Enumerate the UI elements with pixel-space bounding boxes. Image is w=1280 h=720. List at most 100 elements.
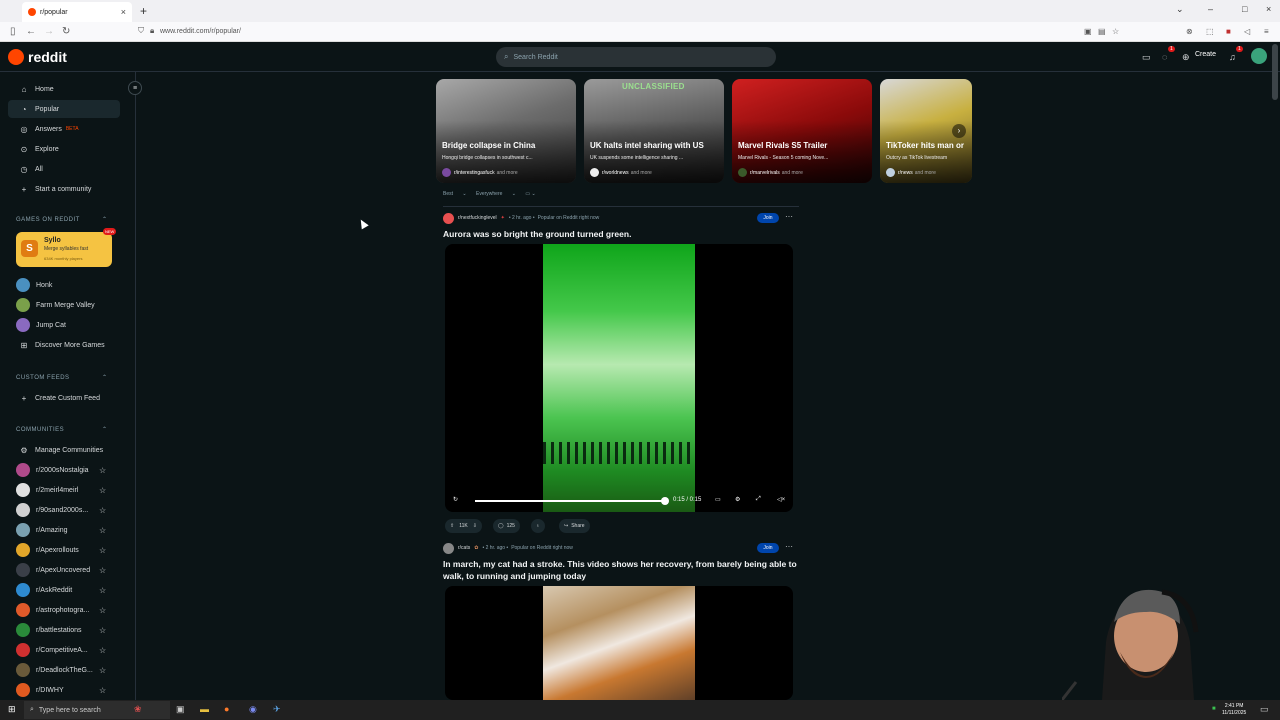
extension-badge-icon[interactable]: ■ [1226, 27, 1231, 36]
bookmark-star-icon[interactable]: ☆ [1112, 27, 1119, 36]
favorite-star-icon[interactable]: ☆ [99, 566, 106, 575]
collapse-sidebar-button[interactable]: ≡ [128, 81, 142, 95]
favorite-star-icon[interactable]: ☆ [99, 646, 106, 655]
reader-view-icon[interactable]: ▤ [1098, 27, 1106, 36]
sidebar-item-answers[interactable]: ◎ Answers BETA [8, 120, 120, 138]
sidebar-item-community[interactable]: r/DeadlockTheG... ☆ [8, 661, 120, 679]
windows-start-icon[interactable]: ⊞ [8, 704, 16, 715]
favorite-star-icon[interactable]: ☆ [99, 506, 106, 515]
sidebar-item-all[interactable]: ◷ All [8, 160, 120, 178]
sidebar-item-discover-games[interactable]: ⊞ Discover More Games [8, 336, 120, 354]
fullscreen-icon[interactable]: ⤢ [756, 496, 761, 503]
sidebar-toggle-icon[interactable]: ▯ [10, 26, 16, 37]
new-tab-icon[interactable]: + [140, 4, 147, 18]
post-title[interactable]: Aurora was so bright the ground turned g… [443, 228, 799, 240]
maximize-icon[interactable]: □ [1242, 4, 1247, 14]
create-custom-feed[interactable]: + Create Custom Feed [8, 389, 120, 407]
sidebar-item-community[interactable]: r/CompetitiveA... ☆ [8, 641, 120, 659]
file-explorer-icon[interactable]: ▬ [200, 704, 209, 714]
join-button[interactable]: Join [757, 213, 779, 223]
sidebar-item-game[interactable]: Honk [8, 276, 120, 294]
chat-icon[interactable]: ◌ [1162, 52, 1167, 62]
sidebar-item-community[interactable]: r/90sand2000s... ☆ [8, 501, 120, 519]
chevron-up-icon[interactable]: ⌃ [102, 426, 107, 433]
chevron-up-icon[interactable]: ⌃ [102, 374, 107, 381]
video-player[interactable]: ↻ 0:15 / 0:15 ▭ ⚙ ⤢ ◁× [445, 244, 793, 512]
taskbar-clock[interactable]: 2:41 PM 11/11/2025 [1222, 703, 1246, 717]
sidebar-item-home[interactable]: ⌂ Home [8, 80, 120, 98]
communities-title[interactable]: COMMUNITIES [16, 427, 64, 433]
award-button[interactable]: ♁ [531, 519, 545, 533]
advertise-icon[interactable]: ▭ [1142, 52, 1151, 63]
subreddit-avatar[interactable] [443, 542, 454, 554]
subreddit-link[interactable]: r/cats [458, 545, 470, 551]
sidebar-item-community[interactable]: r/2000sNostalgia ☆ [8, 461, 120, 479]
sidebar-item-game[interactable]: Jump Cat [8, 316, 120, 334]
taskbar-search[interactable]: ⌕ Type here to search [24, 701, 170, 719]
location-dropdown[interactable]: Everywhere ⌄ [476, 191, 516, 197]
close-window-icon[interactable]: × [1266, 4, 1271, 14]
back-icon[interactable]: ← [26, 26, 36, 37]
forward-icon[interactable]: → [44, 26, 54, 37]
app-icon[interactable]: ✈ [273, 704, 281, 715]
sidebar-item-popular[interactable]: ◔ Popular [8, 100, 120, 118]
sidebar-item-community[interactable]: r/ApexUncovered ☆ [8, 561, 120, 579]
sidebar-item-explore[interactable]: ⊙ Explore [8, 140, 120, 158]
chevron-up-icon[interactable]: ⌃ [102, 216, 107, 223]
lock-icon[interactable]: 🔒︎ [150, 26, 154, 36]
replay-icon[interactable]: ↻ [453, 496, 458, 503]
speaker-icon[interactable]: ◁ [1244, 27, 1250, 36]
favorite-star-icon[interactable]: ☆ [99, 546, 106, 555]
upvote-icon[interactable]: ⇧ [450, 523, 454, 529]
tray-status-icon[interactable]: ■ [1212, 706, 1216, 712]
menu-icon[interactable]: ≡ [1264, 27, 1269, 36]
subreddit-link[interactable]: r/nextfuckinglevel [458, 215, 497, 221]
join-button[interactable]: Join [757, 543, 779, 553]
sidebar-item-community[interactable]: r/2meirl4meirl ☆ [8, 481, 120, 499]
share-button[interactable]: ↪ Share [559, 519, 590, 533]
subreddit-avatar[interactable] [443, 212, 454, 224]
account-icon[interactable]: ⊗ [1186, 27, 1193, 36]
close-tab-icon[interactable]: × [121, 7, 126, 17]
extensions-icon[interactable]: ⬚ [1206, 27, 1214, 36]
games-section-title[interactable]: GAMES ON REDDIT [16, 217, 80, 223]
sidebar-item-community[interactable]: r/Apexrollouts ☆ [8, 541, 120, 559]
manage-communities[interactable]: ⚙ Manage Communities [8, 441, 120, 459]
favorite-star-icon[interactable]: ☆ [99, 626, 106, 635]
more-options-icon[interactable]: ··· [785, 212, 793, 221]
sort-dropdown[interactable]: Best ⌄ [443, 191, 467, 197]
mute-icon[interactable]: ◁× [777, 496, 785, 503]
sidebar-item-community[interactable]: r/DIWHY ☆ [8, 681, 120, 699]
page-scrollbar[interactable] [1272, 44, 1278, 100]
view-toggle-icon[interactable]: ▭ ⌄ [525, 191, 535, 197]
task-view-icon[interactable]: ▣ [176, 704, 185, 715]
favorite-star-icon[interactable]: ☆ [99, 526, 106, 535]
sidebar-item-community[interactable]: r/astrophotogra... ☆ [8, 601, 120, 619]
gear-icon[interactable]: ⚙ [735, 496, 740, 503]
sidebar-item-community[interactable]: r/Amazing ☆ [8, 521, 120, 539]
sidebar-item-game[interactable]: Farm Merge Valley [8, 296, 120, 314]
sidebar-item-community[interactable]: r/AskReddit ☆ [8, 581, 120, 599]
featured-game-card[interactable]: S Syllo Merge syllables fast 634K monthl… [16, 232, 112, 267]
comments-button[interactable]: ◯ 125 [493, 519, 520, 533]
favorite-star-icon[interactable]: ☆ [99, 486, 106, 495]
shield-icon[interactable]: ⛉ [138, 26, 144, 36]
trending-card[interactable]: UNCLASSIFIED UK halts intel sharing with… [584, 79, 724, 183]
video-player[interactable] [445, 586, 793, 700]
search-input[interactable]: ⌕ Search Reddit [496, 47, 776, 67]
favorite-star-icon[interactable]: ☆ [99, 666, 106, 675]
progress-track[interactable] [475, 500, 665, 502]
reload-icon[interactable]: ↻ [62, 26, 70, 37]
discord-icon[interactable]: ◉ [249, 704, 257, 715]
notification-center-icon[interactable]: ▭ [1260, 704, 1269, 715]
bell-icon[interactable]: ♫ [1229, 52, 1236, 62]
create-button[interactable]: Create [1195, 51, 1216, 58]
post-title[interactable]: In march, my cat had a stroke. This vide… [443, 558, 799, 582]
favorite-star-icon[interactable]: ☆ [99, 466, 106, 475]
custom-feeds-title[interactable]: CUSTOM FEEDS [16, 375, 70, 381]
create-plus-icon[interactable]: ⊕ [1182, 52, 1190, 63]
favorite-star-icon[interactable]: ☆ [99, 586, 106, 595]
browser-tab[interactable]: r/popular × [22, 2, 132, 22]
sidebar-item-community[interactable]: r/battlestations ☆ [8, 621, 120, 639]
downvote-icon[interactable]: ⇩ [473, 523, 477, 529]
